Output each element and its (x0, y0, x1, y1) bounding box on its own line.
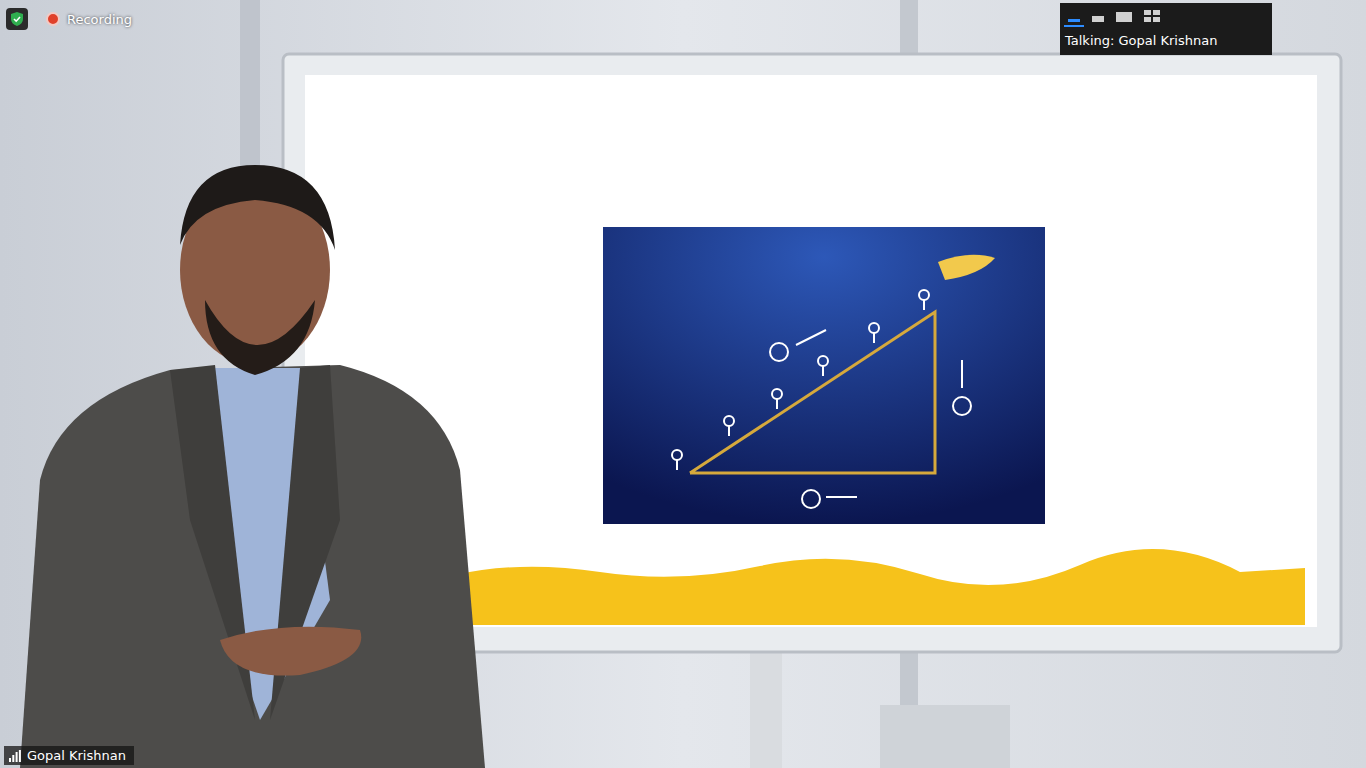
strip-view-button[interactable] (1088, 13, 1108, 27)
strip-icon (1091, 13, 1105, 23)
signal-icon (9, 750, 21, 762)
view-switcher (1060, 9, 1272, 27)
gallery-icon (1143, 9, 1161, 23)
gallery-view-button[interactable] (1140, 9, 1164, 27)
video-frame (0, 0, 1366, 768)
status-overlay: Recording (6, 8, 138, 30)
meeting-window: Recording Talking: Gopal Krishnan Gopal Kr… (0, 0, 1366, 768)
speaker-view-icon (1115, 11, 1133, 23)
speaker-panel: Talking: Gopal Krishnan (1060, 3, 1272, 55)
record-icon (46, 12, 60, 26)
shield-icon[interactable] (6, 8, 28, 30)
speaker-view-button[interactable] (1112, 11, 1136, 27)
talking-label: Talking: Gopal Krishnan (1060, 33, 1272, 48)
minimize-view-button[interactable] (1064, 13, 1084, 27)
recording-indicator[interactable]: Recording (42, 10, 138, 29)
minimize-icon (1067, 13, 1081, 23)
participant-name-tag: Gopal Krishnan (4, 746, 134, 765)
